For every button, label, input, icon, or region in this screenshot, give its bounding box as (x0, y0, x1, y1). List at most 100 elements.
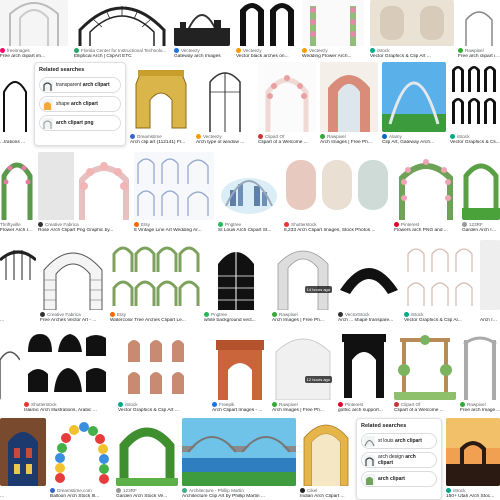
result-tile[interactable]: Vecteezy Vector black arches on... (236, 0, 296, 60)
result-tile[interactable]: Dreamstime.com Balloon Arch Stock Ill... (50, 418, 112, 500)
result-image[interactable] (74, 0, 170, 46)
result-tile[interactable]: Rawpixel Free arch Images | ... (460, 330, 500, 414)
result-tile[interactable] (0, 330, 20, 414)
result-tile[interactable]: freeimages Free arch clipart im... (0, 0, 68, 60)
related-search-chip[interactable]: arch clipart (361, 471, 437, 487)
result-tile[interactable]: Pngtree St Louis Arch Clipart St... (218, 152, 280, 234)
result-tile[interactable]: Pngtree white background vect... (204, 240, 268, 324)
result-title[interactable]: Arch type of window ... (196, 140, 254, 146)
result-image[interactable] (480, 240, 500, 310)
result-tile[interactable]: Dreamstime Arch clip art (112141) Fr... (130, 62, 192, 146)
result-image[interactable] (0, 0, 68, 46)
result-image[interactable] (302, 0, 364, 46)
result-image[interactable] (134, 152, 214, 220)
result-image[interactable] (174, 0, 230, 46)
result-tile[interactable]: Etsy 8 Vintage Line Art Wedding Ar... (134, 152, 214, 234)
result-image[interactable] (110, 240, 200, 310)
result-image[interactable]: 14 hours ago (272, 240, 334, 310)
result-image[interactable] (116, 418, 178, 486)
result-image[interactable] (130, 62, 192, 132)
result-title[interactable]: Arch Images ... (480, 318, 500, 324)
result-tile[interactable]: iStock Vector Graphics & Clip Art ... (370, 0, 454, 60)
result-title[interactable]: Arch ... shape transpare... (338, 318, 400, 324)
result-image[interactable] (40, 240, 106, 310)
result-title[interactable]: Vector Graphics & Clip Art ... (118, 408, 208, 414)
result-title[interactable]: Vector black arches on... (236, 54, 296, 60)
result-image[interactable] (300, 418, 352, 486)
result-title[interactable]: Architecture Clip Art by Phillip Martin … (182, 494, 296, 500)
result-title[interactable]: Free arch clipart im... (0, 54, 68, 60)
result-image[interactable] (236, 0, 296, 46)
result-tile[interactable]: Creative Fabrica Free Arches Vector Art … (40, 240, 106, 324)
result-tile[interactable]: ... (0, 418, 46, 500)
result-image[interactable] (394, 330, 456, 400)
result-title[interactable]: Arch Images | Free Ph... (272, 408, 334, 414)
result-image[interactable] (462, 152, 500, 220)
result-tile[interactable]: Pinterest gothic arch support... (338, 330, 390, 414)
result-image[interactable] (0, 418, 46, 486)
result-title[interactable]: ... (0, 318, 36, 324)
related-search-chip[interactable]: transparent arch clipart (39, 77, 121, 93)
result-title[interactable] (0, 408, 20, 414)
result-tile[interactable]: Arch Images ... (480, 240, 500, 324)
result-tile[interactable]: 123RF Garden Arch Ima... (462, 152, 500, 234)
result-tile[interactable]: 12 hours ago Rawpixel Arch Images | Free… (272, 330, 334, 414)
result-image[interactable] (204, 240, 268, 310)
result-title[interactable]: Balloon Arch Stock Ill... (50, 494, 112, 500)
result-title[interactable]: 150+ Utah Arch Stoc... (446, 494, 500, 500)
result-title[interactable]: Vector Graphics & Clip Ar... (404, 318, 476, 324)
result-image[interactable] (0, 152, 34, 220)
result-title[interactable]: Arch Images | Free Ph... (320, 140, 378, 146)
result-title[interactable]: Garden Arch Ima... (462, 228, 500, 234)
result-image[interactable] (196, 62, 254, 132)
result-tile[interactable]: 123RF Garden Arch Stock Ve... (116, 418, 178, 500)
result-image[interactable] (338, 330, 390, 400)
result-tile[interactable]: iStock Vector Graphics & Clip Ar... (404, 240, 476, 324)
result-title[interactable]: ...trations ... (0, 140, 30, 146)
result-tile[interactable]: Florida Center for Instructional Technol… (74, 0, 170, 60)
result-tile[interactable]: iStock Vector Graphics & Cli... (450, 62, 500, 146)
result-title[interactable]: Arch clip art (112141) Fr... (130, 140, 192, 146)
result-tile[interactable]: Shutterstock 8,233 Arch Clipart Images, … (284, 152, 390, 234)
result-image[interactable] (50, 418, 112, 486)
result-tile[interactable]: Cikel Indian Arch Clipart ... (300, 418, 352, 500)
result-title[interactable]: Flower Arch Ima... (0, 228, 34, 234)
result-image[interactable] (38, 152, 130, 220)
result-tile[interactable]: Shutterstock Islamic Arch Illustrations,… (24, 330, 112, 414)
result-image[interactable] (118, 330, 208, 400)
result-title[interactable]: Clipart of a Welcome ... (258, 140, 316, 146)
result-title[interactable]: Arch Clipart Images - ... (212, 408, 268, 414)
result-tile[interactable]: Etsy Watercolor Tree Arches Clipart Le..… (110, 240, 200, 324)
result-title[interactable]: Wedding Flower Arch... (302, 54, 364, 60)
result-title[interactable]: Islamic Arch Illustrations, Arabic ... (24, 408, 112, 414)
result-tile[interactable]: VectorStock Arch ... shape transpare... (338, 240, 400, 324)
result-title[interactable]: Free arch clipart illu... (458, 54, 500, 60)
result-title[interactable]: 8 Vintage Line Art Wedding Ar... (134, 228, 214, 234)
result-tile[interactable]: Clipart Of Clipart of a Welcome ... (394, 330, 456, 414)
related-search-chip[interactable]: shape arch clipart (39, 96, 121, 112)
result-title[interactable]: Vector Graphics & Cli... (450, 140, 500, 146)
result-image[interactable] (446, 418, 500, 486)
result-tile[interactable]: Vecteezy Gateway arch Images (174, 0, 230, 60)
result-image[interactable] (450, 62, 500, 132)
result-title[interactable]: Arch Images | Free Ph... (272, 318, 334, 324)
result-image[interactable] (182, 418, 296, 486)
result-title[interactable]: Free arch Images | ... (460, 408, 500, 414)
result-title[interactable]: gothic arch support... (338, 408, 390, 414)
result-tile[interactable]: iStock Vector Graphics & Clip Art ... (118, 330, 208, 414)
result-image[interactable] (218, 152, 280, 220)
result-tile[interactable]: ... (0, 240, 36, 324)
result-title[interactable]: Rose Arch Clipart Png Graphic by... (38, 228, 130, 234)
result-tile[interactable]: Clipart Of Clipart of a Welcome ... (258, 62, 316, 146)
result-image[interactable] (0, 240, 36, 310)
result-title[interactable]: Flowers arch PNG and ... (394, 228, 458, 234)
result-image[interactable] (382, 62, 446, 132)
related-search-chip[interactable]: arch design arch clipart (361, 452, 437, 468)
result-title[interactable]: Elliptical Arch | ClipArt ETC (74, 54, 170, 60)
result-title[interactable]: St Louis Arch Clipart St... (218, 228, 280, 234)
result-image[interactable] (394, 152, 458, 220)
result-tile[interactable]: Rawpixel Arch Images | Free Ph... (320, 62, 378, 146)
result-tile[interactable]: Thriftyville Flower Arch Ima... (0, 152, 34, 234)
result-image[interactable] (320, 62, 378, 132)
result-image[interactable] (370, 0, 454, 46)
